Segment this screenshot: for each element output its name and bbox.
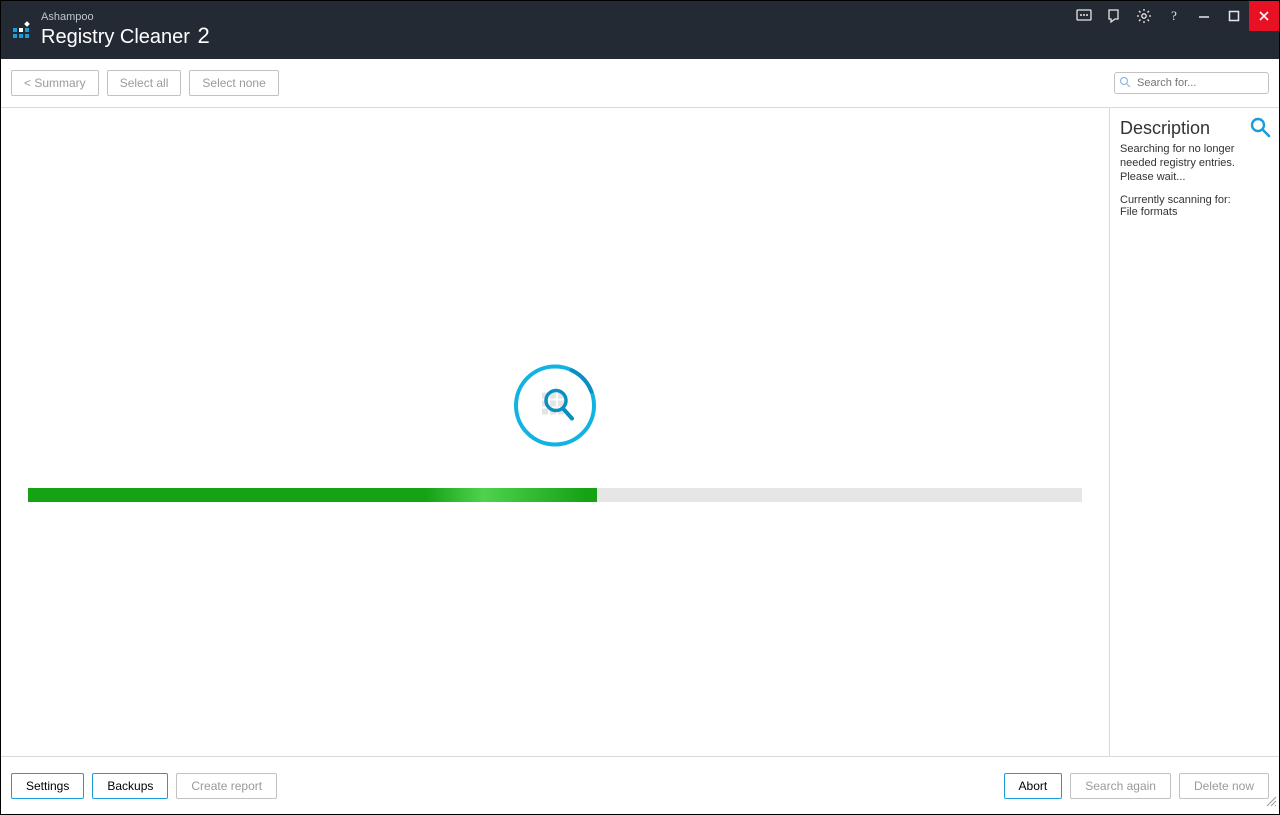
help-icon[interactable]: ? <box>1159 1 1189 31</box>
news-icon[interactable] <box>1099 1 1129 31</box>
app-logo-icon <box>11 20 35 44</box>
app-title: Registry Cleaner 2 <box>41 24 210 48</box>
description-status-text: Searching for no longer needed registry … <box>1120 143 1269 184</box>
progress-bar-fill <box>28 488 597 502</box>
create-report-button: Create report <box>176 773 277 799</box>
resize-grip-icon[interactable] <box>1265 794 1277 812</box>
toolbar: < Summary Select all Select none <box>1 59 1279 108</box>
content-area <box>1 108 1109 756</box>
titlebar: Ashampoo Registry Cleaner 2 ? <box>1 1 1279 59</box>
gear-icon[interactable] <box>1129 1 1159 31</box>
abort-button[interactable]: Abort <box>1004 773 1063 799</box>
app-version-text: 2 <box>198 23 210 48</box>
close-button[interactable] <box>1249 1 1279 31</box>
feedback-icon[interactable] <box>1069 1 1099 31</box>
svg-text:?: ? <box>1171 8 1177 23</box>
search-icon <box>1119 76 1132 94</box>
delete-now-button: Delete now <box>1179 773 1269 799</box>
brand-label: Ashampoo <box>41 12 210 24</box>
window-controls: ? <box>1069 1 1279 33</box>
app-name-text: Registry Cleaner <box>41 26 190 48</box>
progress-bar <box>28 488 1082 502</box>
select-none-button[interactable]: Select none <box>189 70 278 96</box>
search-input[interactable] <box>1114 72 1269 94</box>
select-all-button[interactable]: Select all <box>107 70 182 96</box>
search-again-button: Search again <box>1070 773 1171 799</box>
description-title: Description <box>1120 118 1269 139</box>
backups-button[interactable]: Backups <box>92 773 168 799</box>
scanning-spinner-icon <box>512 363 598 454</box>
scanning-for-label: Currently scanning for: <box>1120 194 1269 206</box>
magnifier-icon <box>1249 116 1271 143</box>
minimize-button[interactable] <box>1189 1 1219 31</box>
maximize-button[interactable] <box>1219 1 1249 31</box>
settings-button[interactable]: Settings <box>11 773 84 799</box>
main-area: Description Searching for no longer need… <box>1 108 1279 756</box>
description-panel: Description Searching for no longer need… <box>1109 108 1279 756</box>
scanning-for-value: File formats <box>1120 206 1269 218</box>
search-box <box>1114 72 1269 94</box>
app-window: Ashampoo Registry Cleaner 2 ? <box>0 0 1280 815</box>
summary-button[interactable]: < Summary <box>11 70 99 96</box>
footer: Settings Backups Create report Abort Sea… <box>1 756 1279 814</box>
